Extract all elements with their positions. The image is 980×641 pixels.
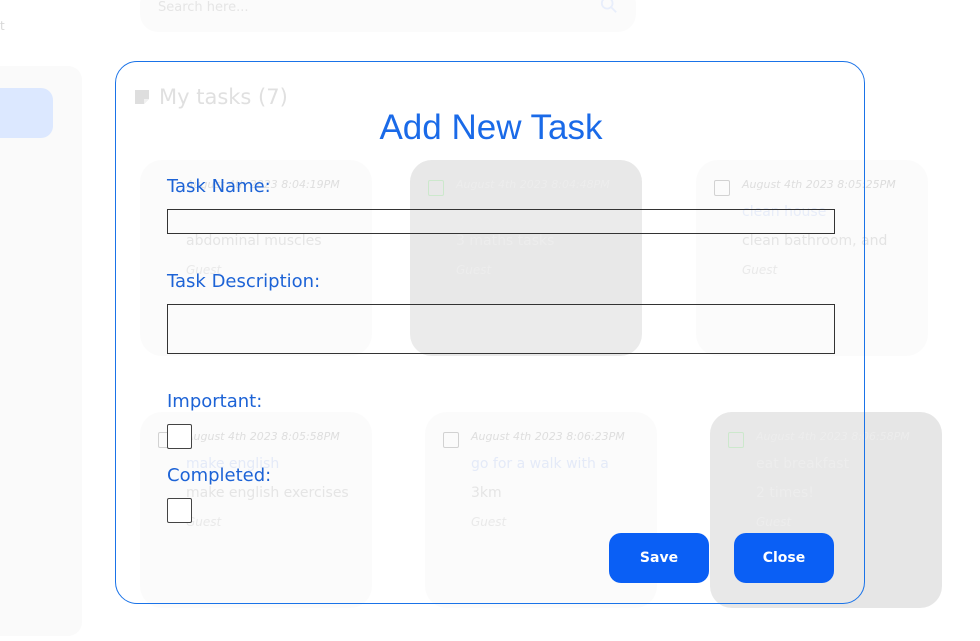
important-checkbox[interactable] [167,424,192,449]
task-description-label: Task Description: [167,271,321,292]
sidebar [0,66,82,636]
task-name-label: Task Name: [167,176,271,197]
important-label: Important: [167,391,263,412]
completed-checkbox[interactable] [167,498,192,523]
task-name-input[interactable] [167,209,835,234]
modal-title: Add New Task [379,108,603,147]
close-button[interactable]: Close [734,533,834,583]
completed-label: Completed: [167,465,272,486]
sidebar-active-item[interactable] [0,88,53,138]
search-placeholder: Search here... [158,0,249,15]
search-bar[interactable]: Search here... [140,0,636,32]
save-button[interactable]: Save [609,533,709,583]
left-text-fragment: t [0,19,5,33]
add-task-modal: Add New Task Task Name: Task Description… [115,61,865,604]
search-icon[interactable] [600,0,618,14]
task-description-input[interactable] [167,304,835,354]
